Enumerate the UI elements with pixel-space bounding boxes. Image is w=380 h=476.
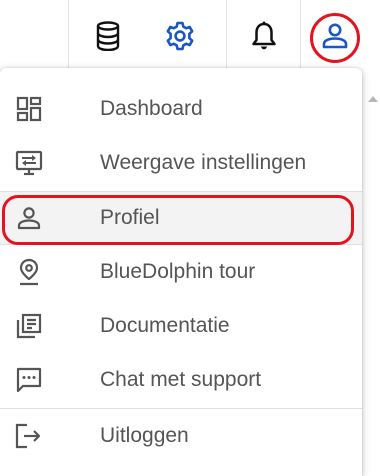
location-pin-icon xyxy=(14,257,44,287)
menu-item-label: BlueDolphin tour xyxy=(100,260,256,283)
menu-item-tour[interactable]: BlueDolphin tour xyxy=(0,245,362,299)
gear-icon[interactable] xyxy=(164,20,196,52)
menu-item-label: Documentatie xyxy=(100,314,230,337)
top-bar xyxy=(0,0,380,70)
menu-item-label: Chat met support xyxy=(100,368,262,391)
menu-item-display-settings[interactable]: Weergave instellingen xyxy=(0,136,362,190)
topbar-divider xyxy=(300,0,301,70)
menu-item-profile[interactable]: Profiel xyxy=(0,192,362,244)
menu-item-label: Dashboard xyxy=(100,97,203,120)
documentation-icon xyxy=(14,311,44,341)
topbar-divider xyxy=(68,0,69,70)
menu-item-logout[interactable]: Uitloggen xyxy=(0,409,362,463)
user-icon xyxy=(14,203,44,233)
menu-item-label: Profiel xyxy=(100,206,160,229)
database-icon[interactable] xyxy=(92,20,124,52)
scroll-up-arrow[interactable] xyxy=(368,96,378,102)
dashboard-icon xyxy=(14,94,44,124)
menu-item-chat-support[interactable]: Chat met support xyxy=(0,353,362,407)
bell-icon[interactable] xyxy=(248,20,280,52)
menu-item-dashboard[interactable]: Dashboard xyxy=(0,82,362,136)
display-settings-icon xyxy=(14,148,44,178)
chat-icon xyxy=(14,365,44,395)
logout-icon xyxy=(14,421,44,451)
highlight-ring xyxy=(310,13,360,63)
menu-item-documentation[interactable]: Documentatie xyxy=(0,299,362,353)
menu-item-label: Weergave instellingen xyxy=(100,151,307,174)
topbar-divider xyxy=(226,0,227,70)
account-dropdown-menu: Dashboard Weergave instellingen Profiel … xyxy=(0,68,362,476)
menu-item-label: Uitloggen xyxy=(100,424,189,447)
